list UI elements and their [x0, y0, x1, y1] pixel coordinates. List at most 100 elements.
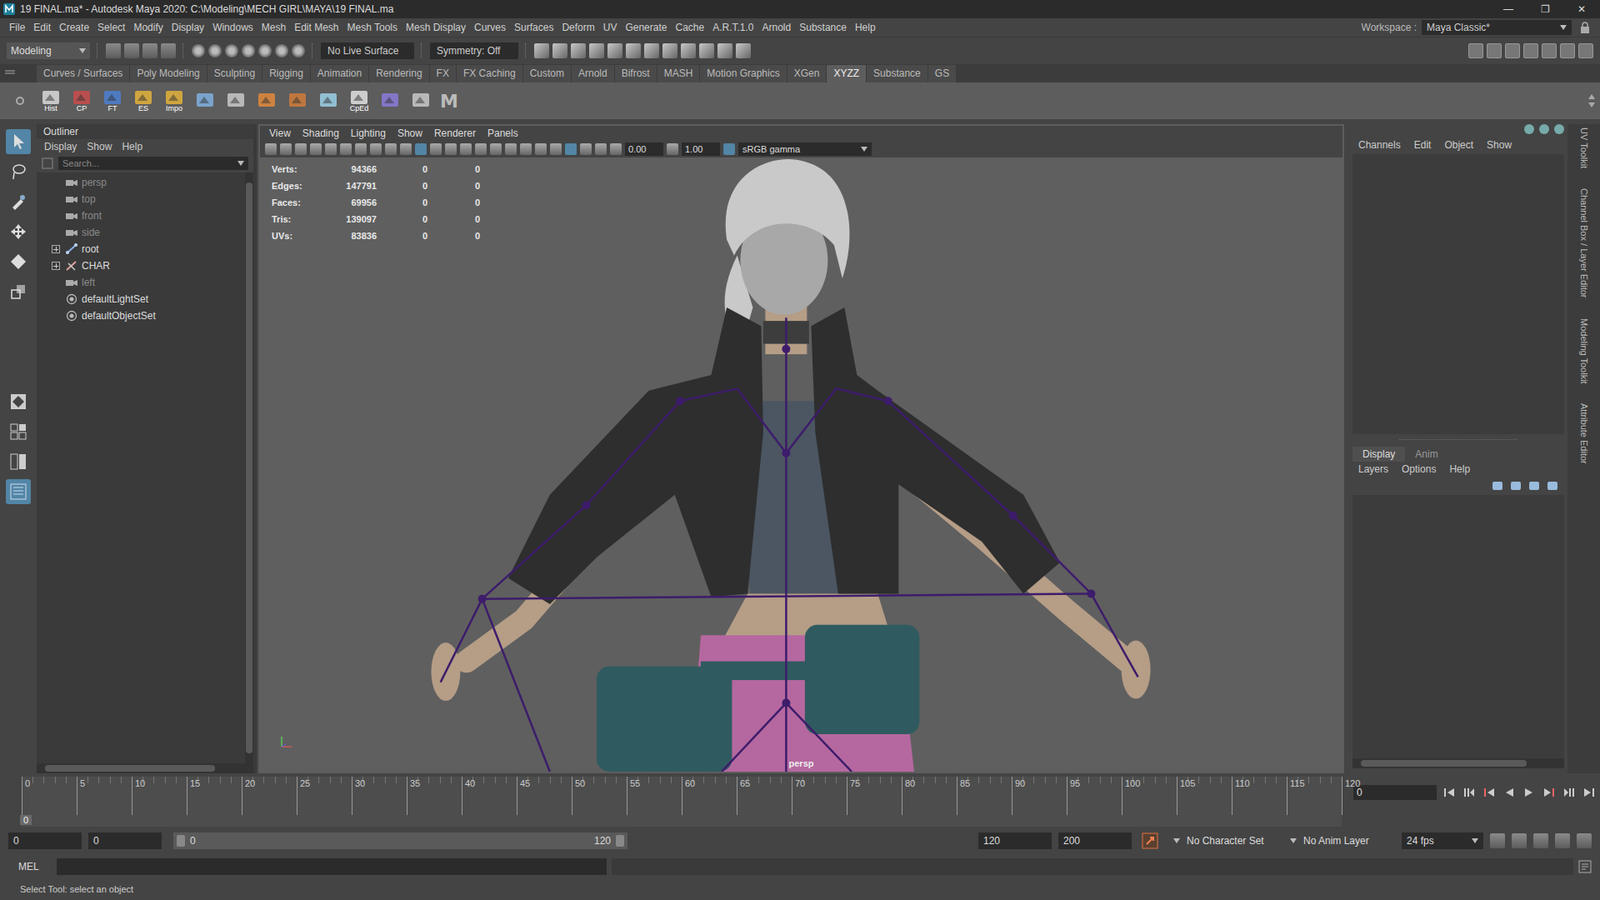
- timeline-track[interactable]: 0510152025303540455055606570758085909510…: [21, 776, 1342, 827]
- layout-icon[interactable]: [1541, 43, 1557, 59]
- render-icon[interactable]: [735, 43, 751, 59]
- menu-item[interactable]: File: [5, 21, 30, 34]
- current-frame-marker[interactable]: 0: [20, 815, 32, 825]
- viewport-canvas[interactable]: Verts:9436600Edges:14779100Faces:6995600…: [260, 157, 1343, 772]
- viewport-tool-icon[interactable]: [505, 143, 517, 155]
- menu-item[interactable]: Help: [850, 21, 880, 34]
- viewport-tool-icon[interactable]: [295, 143, 307, 155]
- shelf-tab[interactable]: Poly Modeling: [130, 65, 206, 83]
- step-back-key-icon[interactable]: [1483, 787, 1495, 798]
- viewport-tool-icon[interactable]: [265, 143, 277, 155]
- viewport-tool-icon[interactable]: [280, 143, 292, 155]
- shelf-tab[interactable]: Motion Graphics: [700, 65, 786, 83]
- channel-box-menu-item[interactable]: Edit: [1410, 139, 1436, 151]
- viewport-tool-icon[interactable]: [445, 143, 457, 155]
- viewport-menu-item[interactable]: Shading: [296, 127, 345, 140]
- channel-box-menu-item[interactable]: Show: [1482, 139, 1516, 151]
- tool-button[interactable]: [5, 159, 31, 185]
- layer-editor-tab[interactable]: Anim: [1405, 446, 1448, 462]
- outliner-item[interactable]: defaultObjectSet: [36, 307, 245, 325]
- menu-item[interactable]: Display: [167, 21, 209, 34]
- tool-button[interactable]: [5, 189, 31, 215]
- go-to-start-icon[interactable]: [1443, 787, 1455, 798]
- mode-dropdown[interactable]: Modeling: [6, 42, 90, 60]
- menu-item[interactable]: Cache: [670, 21, 709, 34]
- shelf-tab[interactable]: Animation: [310, 65, 369, 83]
- snap-icon[interactable]: [241, 44, 255, 58]
- layer-editor-tab[interactable]: Display: [1352, 446, 1405, 462]
- animation-start-field[interactable]: 0: [8, 832, 82, 850]
- range-slider[interactable]: 0120: [173, 832, 628, 850]
- shelf-logo-button[interactable]: M: [440, 90, 459, 112]
- viewport-menu-item[interactable]: Renderer: [428, 127, 482, 140]
- play-backward-icon[interactable]: [1503, 787, 1515, 798]
- layer-action-icon[interactable]: [1547, 481, 1558, 490]
- viewport-tool-icon[interactable]: [415, 143, 427, 155]
- viewport-menu-item[interactable]: Show: [391, 127, 429, 140]
- render-icon[interactable]: [570, 43, 586, 59]
- current-frame-field[interactable]: 0: [1353, 785, 1437, 800]
- gamma-field[interactable]: 1.00: [681, 142, 720, 156]
- viewport-tool-icon[interactable]: [475, 143, 487, 155]
- step-forward-icon[interactable]: [1563, 787, 1575, 798]
- viewport-tool-icon[interactable]: [595, 143, 607, 155]
- menu-item[interactable]: Mesh Tools: [343, 21, 402, 34]
- command-language-toggle[interactable]: MEL: [8, 860, 52, 873]
- shelf-button[interactable]: [409, 91, 433, 110]
- channel-box-menu-item[interactable]: Channels: [1354, 139, 1405, 151]
- outliner-item[interactable]: top: [36, 190, 245, 208]
- tool-button[interactable]: [5, 389, 31, 415]
- playback-option-icon[interactable]: [1555, 833, 1570, 849]
- playback-start-field[interactable]: 0: [88, 832, 162, 850]
- shelf-button[interactable]: [255, 91, 279, 110]
- window-control-button[interactable]: ❐: [1526, 3, 1564, 15]
- layout-icon[interactable]: [1486, 43, 1502, 59]
- exposure-field[interactable]: 0.00: [625, 142, 664, 156]
- menu-item[interactable]: Curves: [470, 21, 510, 34]
- live-surface-field[interactable]: No Live Surface: [320, 42, 415, 60]
- color-management-icon[interactable]: [723, 143, 735, 155]
- color-space-dropdown[interactable]: sRGB gamma: [738, 142, 872, 156]
- expand-icon[interactable]: [51, 245, 60, 254]
- viewport-tool-icon[interactable]: [550, 143, 562, 155]
- shelf-tab[interactable]: FX Caching: [456, 65, 523, 83]
- status-tool-icon[interactable]: [105, 43, 121, 59]
- playback-option-icon[interactable]: [1576, 833, 1592, 849]
- outliner-menu-item[interactable]: Help: [117, 140, 147, 153]
- menu-item[interactable]: Select: [93, 21, 130, 34]
- viewport-tool-icon[interactable]: [355, 143, 367, 155]
- layer-editor-menu-item[interactable]: Help: [1445, 463, 1475, 475]
- viewport-tool-icon[interactable]: [520, 143, 532, 155]
- shelf-tab[interactable]: Substance: [866, 65, 928, 83]
- outliner-item[interactable]: CHAR: [36, 257, 245, 275]
- snap-icon[interactable]: [225, 44, 239, 58]
- outliner-item[interactable]: persp: [36, 174, 245, 191]
- menu-item[interactable]: Deform: [557, 21, 599, 34]
- render-icon[interactable]: [717, 43, 733, 59]
- shelf-button[interactable]: [316, 91, 340, 110]
- viewport-menu-item[interactable]: View: [263, 127, 297, 140]
- window-control-button[interactable]: —: [1490, 3, 1527, 15]
- shelf-button[interactable]: [193, 91, 217, 110]
- tool-button[interactable]: [5, 279, 31, 305]
- filter-icon[interactable]: [41, 157, 54, 170]
- step-back-icon[interactable]: [1463, 787, 1475, 798]
- outliner-vertical-scrollbar[interactable]: [245, 172, 254, 764]
- side-tab[interactable]: UV Toolkit: [1579, 127, 1590, 169]
- menu-item[interactable]: Create: [55, 21, 94, 34]
- menu-item[interactable]: A.R.T.1.0: [708, 21, 758, 34]
- outliner-menu-item[interactable]: Display: [40, 140, 81, 153]
- layout-button[interactable]: [5, 479, 31, 505]
- scroll-thumb[interactable]: [45, 765, 215, 772]
- snap-icon[interactable]: [275, 44, 289, 58]
- channel-box-menu-item[interactable]: Object: [1440, 139, 1478, 151]
- playback-option-icon[interactable]: [1511, 833, 1527, 849]
- layer-action-icon[interactable]: [1492, 481, 1503, 490]
- side-tab[interactable]: Modeling Toolkit: [1579, 318, 1590, 385]
- render-icon[interactable]: [534, 43, 550, 59]
- shelf-button[interactable]: CpEd: [347, 89, 371, 113]
- shelf-tab[interactable]: Custom: [523, 65, 571, 83]
- viewport-tool-icon[interactable]: [580, 143, 592, 155]
- layer-editor-menu-item[interactable]: Options: [1397, 463, 1440, 475]
- layout-icon[interactable]: [1578, 43, 1594, 59]
